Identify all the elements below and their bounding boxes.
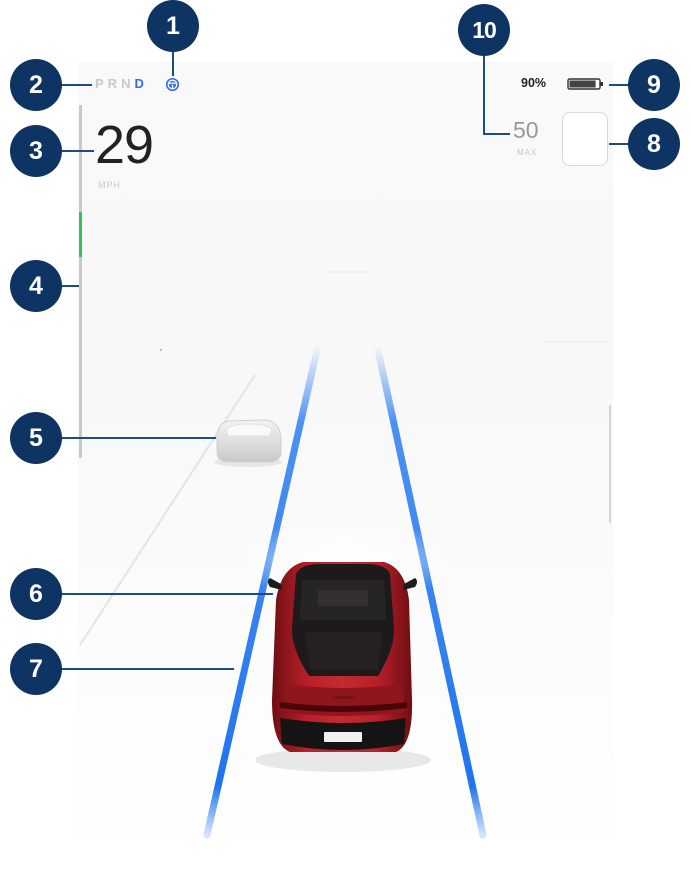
power-meter [79, 105, 82, 458]
callout-2: 2 [12, 61, 60, 109]
callout-10: 10 [460, 6, 508, 54]
speed-limit-sign-icon [562, 112, 608, 166]
speed-unit: MPH [98, 180, 121, 190]
power-meter-regen [79, 212, 82, 257]
speed-limit-value: 50 [513, 117, 539, 143]
callout-5: 5 [12, 414, 60, 462]
current-speed: 29 [95, 115, 154, 175]
callout-1: 1 [149, 2, 197, 50]
steering-wheel-icon [165, 77, 180, 92]
battery-percent: 90% [521, 76, 547, 90]
scroll-indicator [609, 405, 611, 523]
leader-line-1 [172, 46, 174, 76]
leader-line-8 [609, 143, 632, 145]
leader-line-3 [58, 150, 94, 152]
leader-line-7 [58, 668, 234, 670]
detected-vehicle [214, 419, 282, 467]
leader-line-9 [609, 84, 632, 86]
callout-9: 9 [630, 61, 678, 109]
road-edge-line [79, 374, 256, 646]
callout-6: 6 [12, 570, 60, 618]
speed-limit-label: MAX [517, 148, 538, 157]
gear-r: R [107, 76, 122, 91]
callout-4: 4 [12, 262, 60, 310]
leader-line-10a [483, 55, 485, 134]
leader-line-6 [58, 593, 273, 595]
gear-n: N [121, 76, 135, 91]
callout-7: 7 [12, 645, 60, 693]
callout-8: 8 [630, 120, 678, 168]
ego-vehicle [255, 562, 431, 772]
callout-3: 3 [12, 127, 60, 175]
gear-d: D [134, 76, 148, 91]
leader-line-4 [58, 285, 79, 287]
leader-line-2 [58, 84, 92, 86]
gear-p: P [95, 76, 108, 91]
leader-line-10b [483, 133, 510, 135]
leader-line-5 [58, 437, 216, 439]
gear-selector: PRND [95, 76, 148, 91]
battery-icon [567, 78, 603, 90]
